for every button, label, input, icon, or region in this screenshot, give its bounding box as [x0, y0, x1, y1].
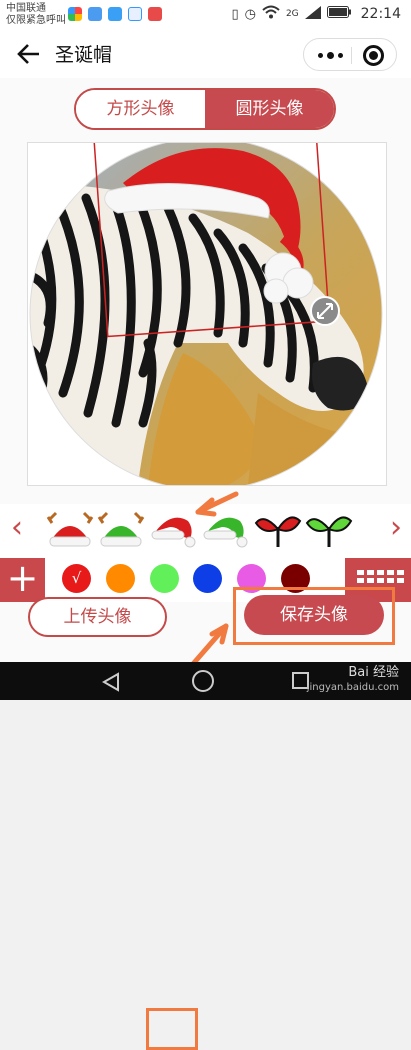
watermark-url: jingyan.baidu.com	[306, 682, 399, 693]
watermark-brand: Bai 经验	[348, 665, 399, 680]
annotation-arrows	[183, 491, 239, 675]
nav-back-icon[interactable]	[100, 671, 122, 693]
selected-hat-highlight	[146, 1008, 198, 1050]
watermark: Bai 经验 jingyan.baidu.com	[307, 665, 399, 695]
nav-home-icon[interactable]	[192, 670, 214, 692]
system-nav-bar: Bai 经验 jingyan.baidu.com	[0, 662, 411, 700]
